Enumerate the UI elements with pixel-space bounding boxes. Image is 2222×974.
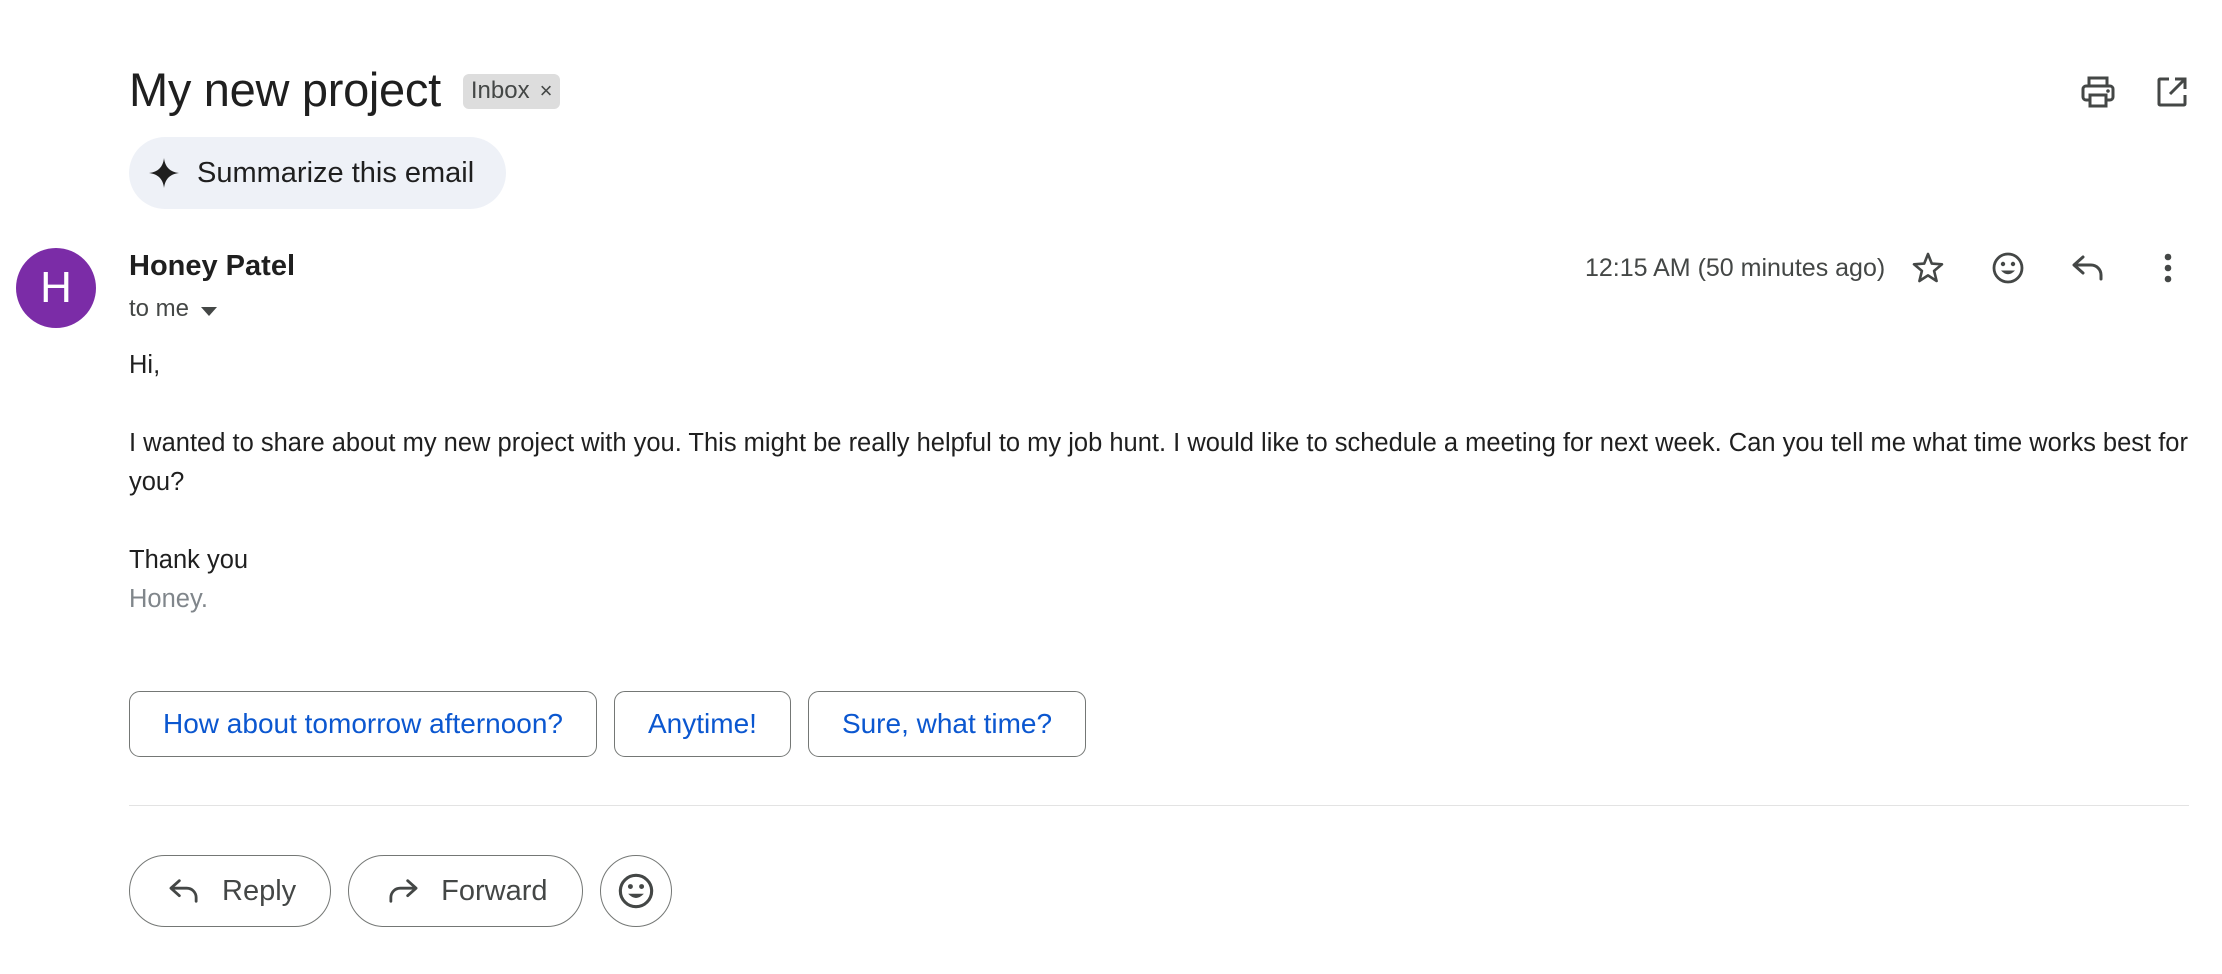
reply-button[interactable]: Reply <box>129 855 332 927</box>
email-view: My new project Inbox × Summarize this em… <box>0 0 2222 974</box>
sparkle-icon <box>149 158 179 188</box>
add-reaction-button[interactable] <box>1988 248 2028 288</box>
open-in-new-icon <box>2157 77 2187 107</box>
emoji-icon <box>1992 252 2024 284</box>
reply-icon <box>2072 255 2103 281</box>
smart-reply-button[interactable]: Anytime! <box>614 691 791 757</box>
email-body: Hi, I wanted to share about my new proje… <box>129 346 2189 619</box>
summarize-label: Summarize this email <box>197 156 475 189</box>
inbox-label-chip[interactable]: Inbox × <box>462 74 561 109</box>
label-name: Inbox <box>470 77 530 104</box>
sender-name[interactable]: Honey Patel <box>129 250 295 283</box>
smart-reply-button[interactable]: Sure, what time? <box>807 691 1087 757</box>
subject-row: My new project Inbox × <box>129 62 561 117</box>
reply-icon <box>168 877 200 905</box>
thread-toolbar <box>2078 72 2192 112</box>
emoji-icon <box>618 873 653 909</box>
message-toolbar <box>1908 248 2188 288</box>
print-icon <box>2081 76 2115 108</box>
more-options-button[interactable] <box>2148 248 2188 288</box>
smart-reply-button[interactable]: How about tomorrow afternoon? <box>129 691 597 757</box>
body-greeting: Hi, <box>129 351 161 379</box>
forward-icon <box>387 877 419 905</box>
forward-label: Forward <box>441 874 548 907</box>
forward-button[interactable]: Forward <box>348 855 583 927</box>
body-paragraph: I wanted to share about my new project w… <box>129 429 2188 496</box>
summarize-email-button[interactable]: Summarize this email <box>129 137 507 209</box>
recipient-details-toggle[interactable]: to me <box>129 294 218 324</box>
body-closing: Thank you <box>129 546 249 574</box>
body-signature: Honey. <box>129 585 208 613</box>
print-button[interactable] <box>2078 72 2118 112</box>
smart-replies: How about tomorrow afternoon? Anytime! S… <box>129 691 1087 757</box>
open-in-new-window-button[interactable] <box>2152 72 2192 112</box>
message-timestamp: 12:15 AM (50 minutes ago) <box>1585 254 1886 282</box>
react-emoji-button[interactable] <box>599 855 672 927</box>
divider <box>129 805 2189 806</box>
email-subject: My new project <box>129 63 441 116</box>
recipient-label: to me <box>129 295 190 322</box>
reply-icon-button[interactable] <box>2068 248 2108 288</box>
more-vert-icon <box>2164 253 2172 283</box>
sender-avatar[interactable]: H <box>16 248 96 328</box>
remove-label-icon[interactable]: × <box>540 78 553 104</box>
star-icon <box>1912 252 1944 283</box>
star-button[interactable] <box>1908 248 1948 288</box>
reply-label: Reply <box>222 874 297 907</box>
message-actions: Reply Forward <box>129 855 672 927</box>
caret-down-icon <box>201 296 218 324</box>
